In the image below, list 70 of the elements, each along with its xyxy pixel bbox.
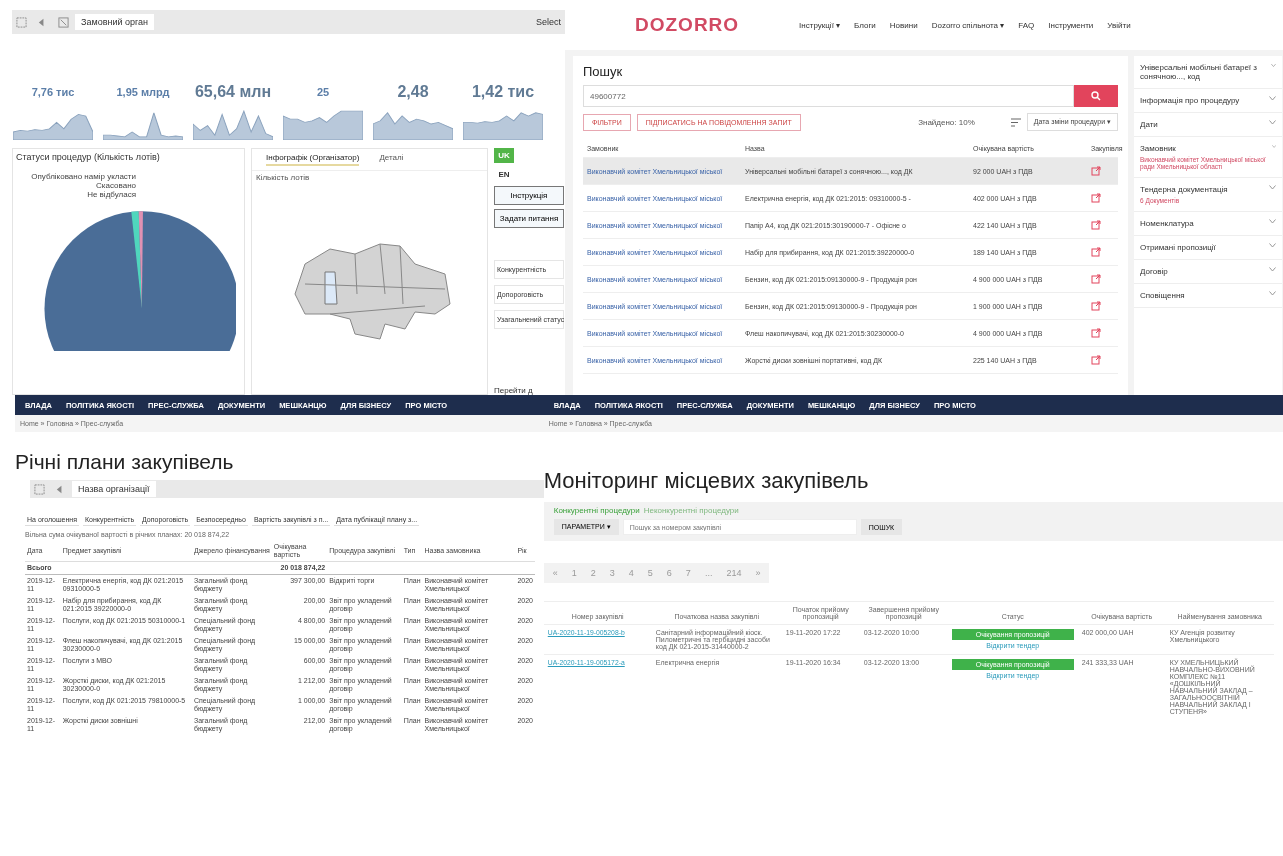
selection-chip[interactable]: Замовний орган <box>75 14 154 30</box>
accordion-item[interactable]: Універсальні мобільні батареї з сонячною..., код <box>1134 56 1282 89</box>
section-title: Тендерна документація <box>1140 185 1228 194</box>
navigate-link[interactable]: Перейти д <box>494 386 564 395</box>
selections-label[interactable]: Select <box>536 17 561 27</box>
kpi-value: 1,95 млрд <box>116 85 170 100</box>
section-title: Дати <box>1140 120 1158 129</box>
kpi-value: 2,48 <box>397 82 429 102</box>
kpi-value: 65,64 млн <box>194 82 272 102</box>
pie-label: Опубліковано намір укласти <box>31 172 136 181</box>
selection-chip[interactable]: Назва організації <box>72 481 156 497</box>
nav-link[interactable]: Новини <box>889 20 918 30</box>
chevron-down-icon <box>1269 185 1276 190</box>
external-link-icon[interactable] <box>1091 166 1101 176</box>
external-link-icon[interactable] <box>1091 193 1101 203</box>
nav-link[interactable]: Інструкції ▾ <box>799 20 841 30</box>
section-title: Універсальні мобільні батареї з сонячною..., код <box>1140 63 1258 81</box>
chevron-down-icon <box>1271 144 1276 149</box>
logo[interactable]: DOZORRO <box>635 14 740 36</box>
kpi-value: 25 <box>316 85 330 100</box>
page-title: Моніторинг місцевих закупівель <box>543 468 870 494</box>
chart-title: Статуси процедур (Кількість лотів) <box>16 152 161 162</box>
section-title: Інформація про процедуру <box>1140 96 1240 105</box>
action-button[interactable]: Задати питання <box>494 209 564 228</box>
pie-label: Скасовано <box>96 181 136 190</box>
accordion-item[interactable]: Отримані пропозиції <box>1134 236 1282 260</box>
kpi-value: 7,76 тис <box>31 85 75 100</box>
chevron-down-icon <box>1269 219 1276 224</box>
nav-link[interactable]: Увійти <box>1107 20 1131 30</box>
section-title: Замовник <box>1140 144 1177 153</box>
accordion-item[interactable]: Дати <box>1134 113 1282 137</box>
search-field[interactable]: 49600772 <box>583 85 1074 107</box>
chevron-down-icon <box>1269 96 1276 101</box>
chevron-down-icon <box>1271 63 1276 68</box>
tab[interactable]: Деталі <box>379 153 404 166</box>
results-count: Знайдено: 10% <box>918 117 975 127</box>
page-title: Річні плани закупівель <box>15 450 235 474</box>
accordion-item[interactable]: Договір <box>1134 260 1282 284</box>
external-link-icon[interactable] <box>1091 220 1101 230</box>
nav-link[interactable]: Інструменти <box>1048 20 1094 30</box>
external-link-icon[interactable] <box>1091 355 1101 365</box>
section-title: Отримані пропозиції <box>1140 243 1216 252</box>
external-link-icon[interactable] <box>1091 328 1101 338</box>
map-title: Кількість лотів <box>255 172 311 184</box>
external-link-icon[interactable] <box>1091 301 1101 311</box>
accordion-item[interactable]: Номенклатура <box>1134 212 1282 236</box>
search-button[interactable] <box>1074 85 1118 107</box>
tab[interactable]: Інфографік (Організатор) <box>266 153 360 166</box>
search-icon <box>1091 91 1101 101</box>
chevron-down-icon <box>1269 291 1276 296</box>
section-title: Договір <box>1140 267 1168 276</box>
chevron-down-icon <box>1269 267 1276 272</box>
accordion-item[interactable]: Інформація про процедуру <box>1134 89 1282 113</box>
sort-icon[interactable] <box>1010 117 1021 127</box>
nav-link[interactable]: Dozorro спільнота ▾ <box>931 20 1005 30</box>
nav-link[interactable]: FAQ <box>1018 20 1035 30</box>
nav-link[interactable]: Блоги <box>854 20 876 30</box>
kpi-value: 1,42 тис <box>471 82 535 102</box>
language-button[interactable]: EN <box>494 167 514 182</box>
accordion-item[interactable]: Сповіщення <box>1134 284 1282 308</box>
section-title: Номенклатура <box>1140 219 1194 228</box>
pie-label: Не відбулася <box>87 190 136 199</box>
external-link-icon[interactable] <box>1091 274 1101 284</box>
chevron-down-icon <box>1269 243 1276 248</box>
page-title: Пошук <box>583 64 624 79</box>
chevron-down-icon <box>1269 120 1276 125</box>
section-title: Сповіщення <box>1140 291 1185 300</box>
external-link-icon[interactable] <box>1091 247 1101 257</box>
action-button[interactable]: Інструкція <box>494 186 564 205</box>
clear-selection-icon[interactable] <box>58 16 69 28</box>
